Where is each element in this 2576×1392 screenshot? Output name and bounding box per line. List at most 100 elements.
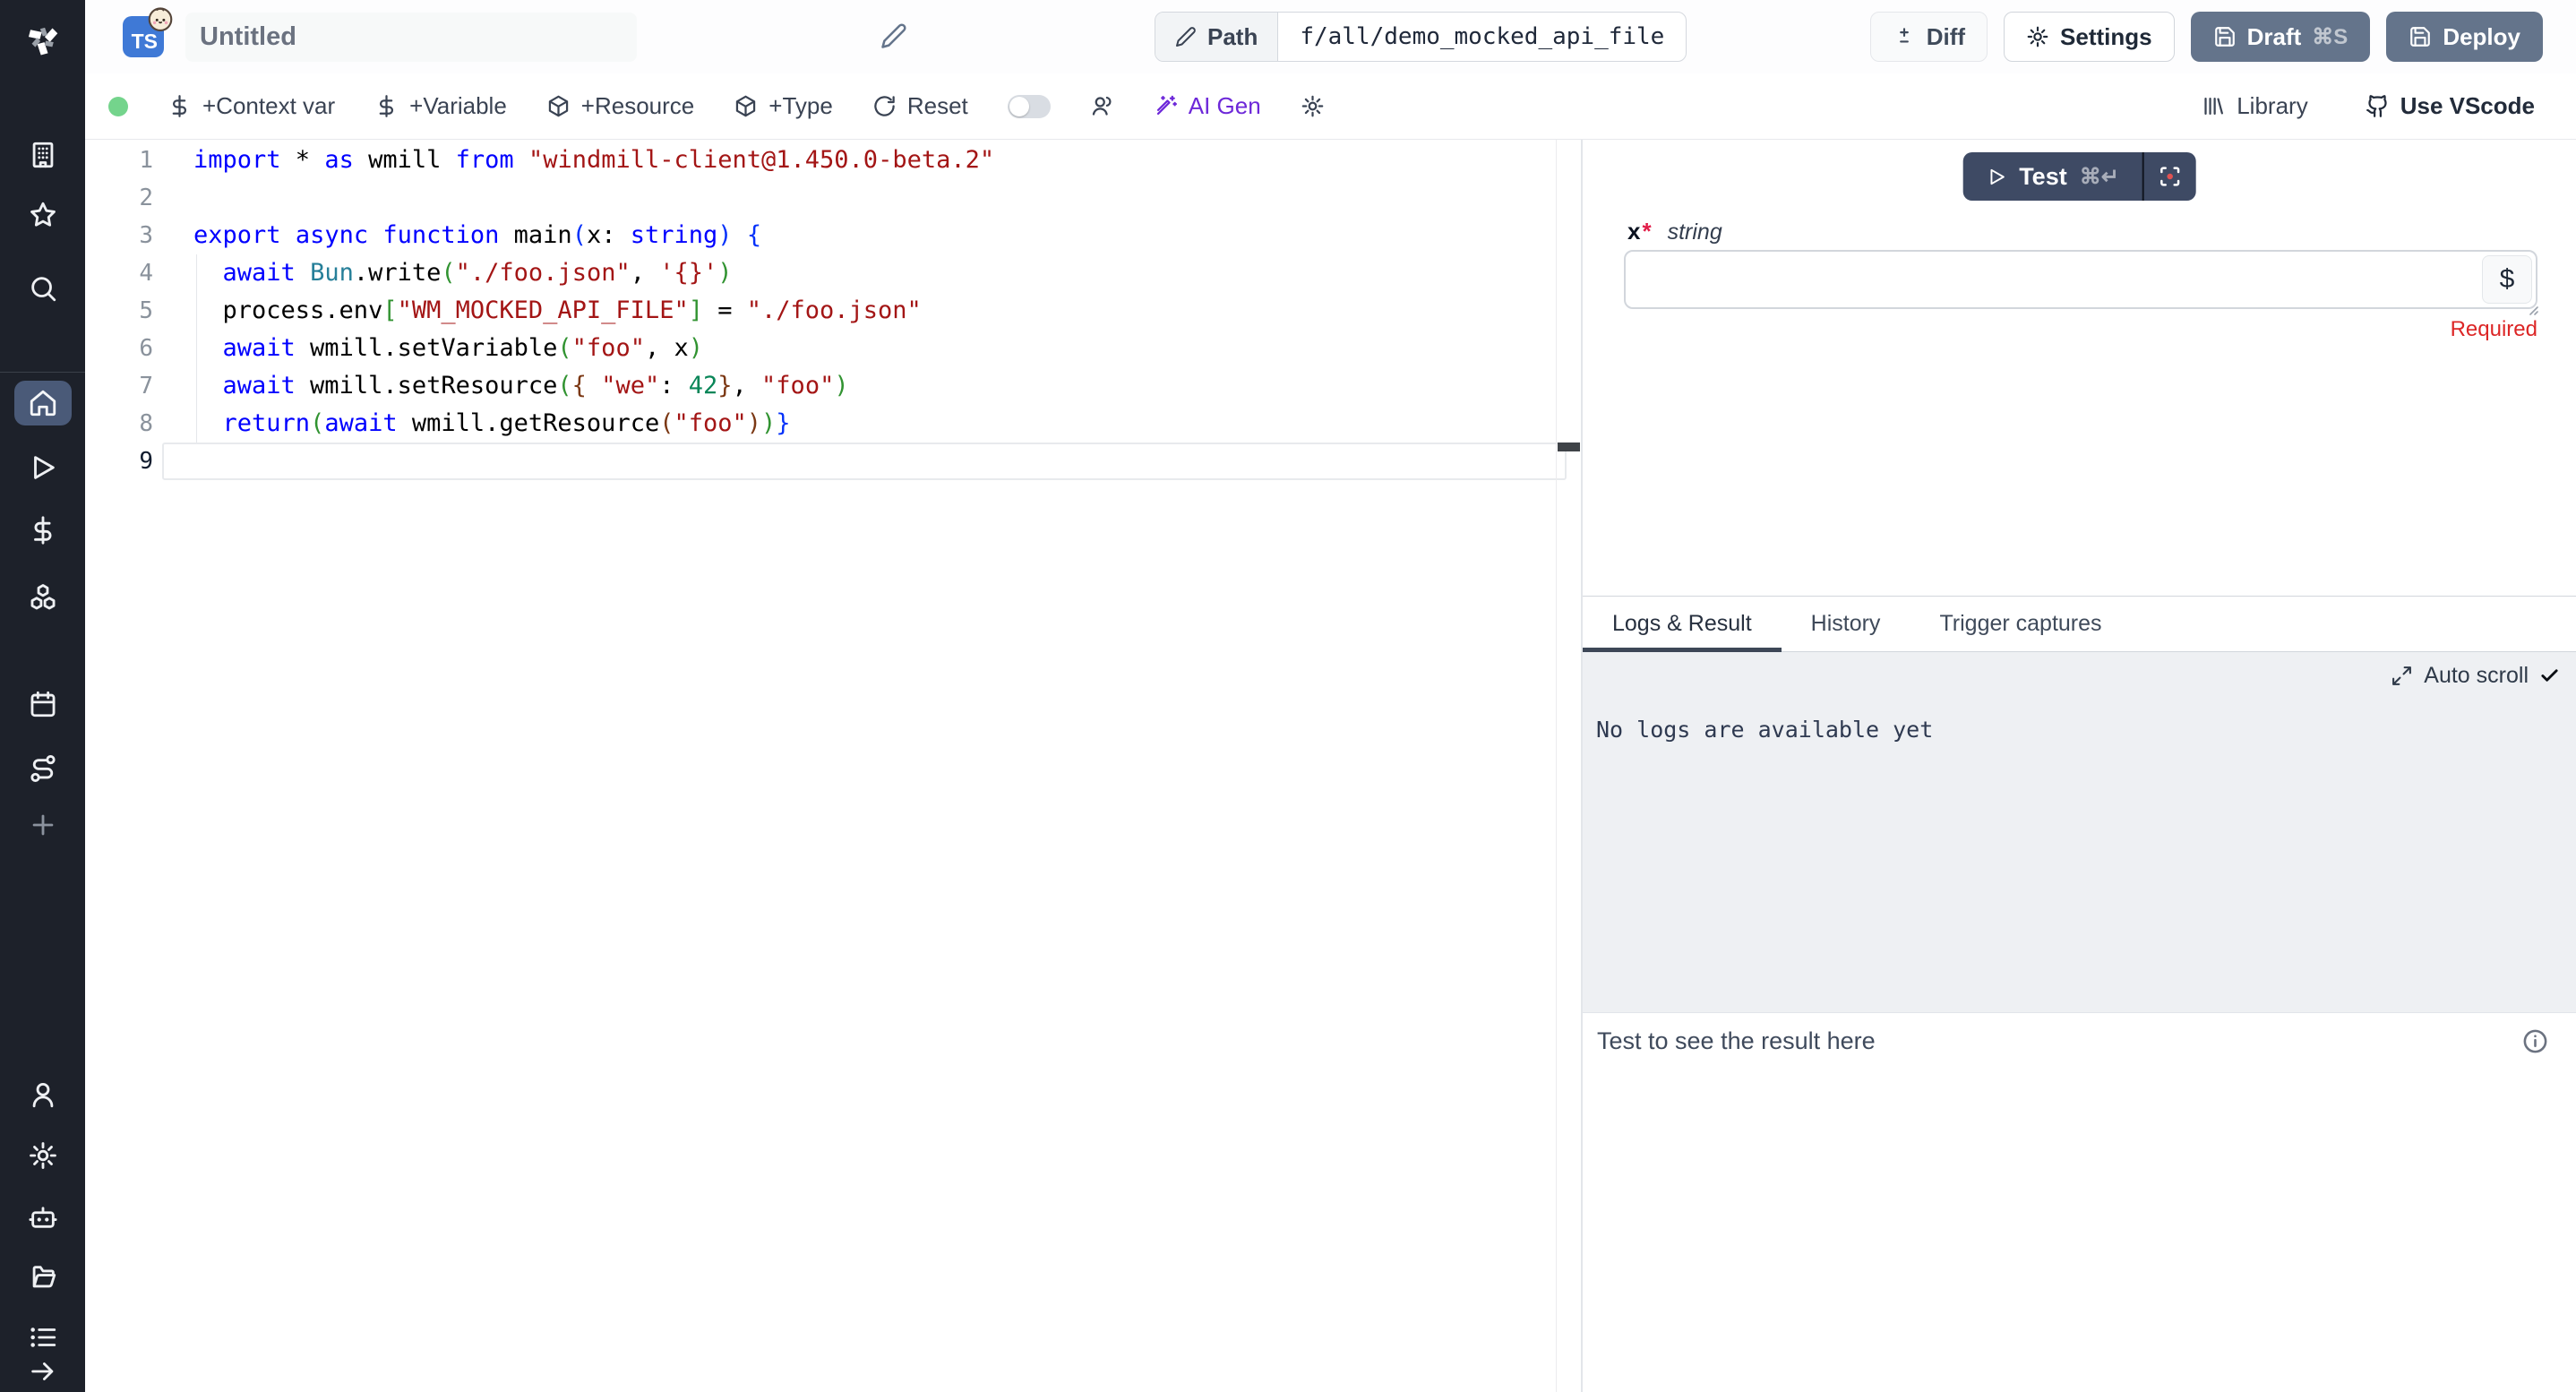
code-line[interactable]: 5 process.env["WM_MOCKED_API_FILE"] = ".… <box>85 292 1581 330</box>
users-icon <box>1090 94 1114 118</box>
library-label: Library <box>2237 92 2307 120</box>
path-label-segment[interactable]: Path <box>1155 13 1278 61</box>
boxes-icon <box>28 582 58 613</box>
home-icon <box>28 388 58 418</box>
editor-settings-button[interactable] <box>1301 94 1325 118</box>
path-value[interactable]: f/all/demo_mocked_api_file <box>1278 13 1686 61</box>
pencil-icon <box>880 22 907 49</box>
sidebar-item-favorites[interactable] <box>16 193 70 236</box>
sidebar-item-resources[interactable] <box>16 576 70 619</box>
code-line[interactable]: 3export async function main(x: string) { <box>85 217 1581 254</box>
sidebar-item-workers[interactable] <box>16 1195 70 1238</box>
dollar-icon <box>28 515 58 546</box>
sidebar-item-schedules[interactable] <box>16 683 70 726</box>
script-title-input[interactable]: Untitled <box>185 13 637 62</box>
diff-button[interactable]: Diff <box>1870 12 1988 62</box>
library-button[interactable]: Library <box>2202 92 2307 120</box>
code-editor[interactable]: 1import * as wmill from "windmill-client… <box>85 140 1581 1392</box>
code-line[interactable]: 6 await wmill.setVariable("foo", x) <box>85 330 1581 367</box>
add-variable-label: +Variable <box>409 92 507 120</box>
add-context-var-button[interactable]: +Context var <box>167 92 335 120</box>
code-line[interactable]: 4 await Bun.write("./foo.json", '{}') <box>85 254 1581 292</box>
save-icon <box>2409 25 2432 48</box>
capture-run-button[interactable] <box>2144 152 2196 201</box>
info-icon[interactable] <box>2521 1027 2549 1055</box>
sidebar-item-add[interactable] <box>16 803 70 846</box>
save-icon <box>2213 25 2237 48</box>
windmill-logo-icon <box>18 14 68 64</box>
code-line[interactable]: 8 return(await wmill.getResource("foo"))… <box>85 405 1581 443</box>
code-line[interactable]: 1import * as wmill from "windmill-client… <box>85 142 1581 179</box>
sidebar-item-audit-logs[interactable] <box>16 1320 70 1354</box>
sidebar-item-routes[interactable] <box>16 747 70 790</box>
required-asterisk: * <box>1642 218 1651 245</box>
language-badge-label: TS <box>132 30 158 54</box>
ai-gen-label: AI Gen <box>1189 92 1261 120</box>
package-icon <box>734 94 758 118</box>
sidebar-divider <box>0 372 85 373</box>
auto-scroll-toggle[interactable]: Auto scroll <box>2391 663 2560 689</box>
top-bar: TS Untitled P <box>85 0 2576 73</box>
auto-scroll-label: Auto scroll <box>2424 663 2529 689</box>
result-tabs: Logs & Result History Trigger captures <box>1583 596 2576 652</box>
sidebar-item-settings[interactable] <box>16 1134 70 1177</box>
sidebar-item-search[interactable] <box>16 267 70 310</box>
add-resource-button[interactable]: +Resource <box>546 92 694 120</box>
dollar-icon <box>167 94 192 118</box>
library-icon <box>2202 94 2226 118</box>
arg-x-input[interactable]: $ <box>1624 250 2537 309</box>
insert-variable-button[interactable]: $ <box>2482 255 2532 304</box>
tab-trigger-captures[interactable]: Trigger captures <box>1910 597 2131 651</box>
sidebar-item-folders[interactable] <box>16 1256 70 1299</box>
sidebar-item-runs[interactable] <box>16 446 70 489</box>
add-variable-button[interactable]: +Variable <box>374 92 507 120</box>
reset-button[interactable]: Reset <box>872 92 968 120</box>
path-pill[interactable]: Path f/all/demo_mocked_api_file <box>1155 12 1687 62</box>
arrow-right-icon <box>28 1356 58 1387</box>
tab-history[interactable]: History <box>1782 597 1911 651</box>
code-line[interactable]: 9 <box>85 443 1581 480</box>
argument-type: string <box>1668 219 1722 245</box>
add-context-var-label: +Context var <box>202 92 335 120</box>
code-line[interactable]: 2 <box>85 179 1581 217</box>
overview-ruler[interactable] <box>1556 140 1581 1392</box>
script-title-value: Untitled <box>200 22 296 52</box>
add-type-button[interactable]: +Type <box>734 92 833 120</box>
wand-sparkles-icon <box>1154 94 1178 118</box>
deploy-button[interactable]: Deploy <box>2386 12 2543 62</box>
logs-panel: Auto scroll No logs are available yet <box>1583 652 2576 1012</box>
settings-button[interactable]: Settings <box>2004 12 2175 62</box>
use-vscode-button[interactable]: Use VScode <box>2366 92 2535 120</box>
deploy-label: Deploy <box>2443 23 2520 51</box>
test-button[interactable]: Test ⌘↵ <box>1962 152 2142 201</box>
result-panel: Test to see the result here <box>1583 1012 2576 1392</box>
diff-mode-toggle[interactable] <box>1008 95 1051 118</box>
rotate-icon <box>872 94 897 118</box>
test-shortcut: ⌘↵ <box>2080 164 2119 190</box>
sidebar-item-workspace[interactable] <box>16 133 70 176</box>
draft-shortcut: ⌘S <box>2312 24 2348 50</box>
pencil-icon <box>1175 26 1197 47</box>
code-line[interactable]: 7 await wmill.setResource({ "we": 42}, "… <box>85 367 1581 405</box>
sidebar-item-variables[interactable] <box>16 509 70 552</box>
sidebar-expand-button[interactable] <box>16 1354 70 1388</box>
sidebar-item-home[interactable] <box>14 381 72 425</box>
resize-handle-icon[interactable] <box>2525 302 2539 316</box>
status-indicator-dot <box>108 97 128 116</box>
logs-empty-message: No logs are available yet <box>1596 717 1933 743</box>
bun-runtime-icon <box>146 4 175 33</box>
calendar-icon <box>28 689 58 719</box>
draft-button[interactable]: Draft ⌘S <box>2191 12 2371 62</box>
add-type-label: +Type <box>769 92 833 120</box>
route-icon <box>28 753 58 784</box>
multiplayer-button[interactable] <box>1090 94 1114 118</box>
ai-gen-button[interactable]: AI Gen <box>1154 92 1261 120</box>
language-badge: TS <box>123 16 164 57</box>
path-label: Path <box>1207 23 1258 51</box>
robot-icon <box>28 1201 58 1232</box>
tab-logs-result[interactable]: Logs & Result <box>1583 597 1782 651</box>
sidebar-item-user[interactable] <box>16 1073 70 1116</box>
edit-title-button[interactable] <box>880 22 907 52</box>
building-icon <box>28 140 58 170</box>
folder-open-icon <box>28 1262 58 1293</box>
